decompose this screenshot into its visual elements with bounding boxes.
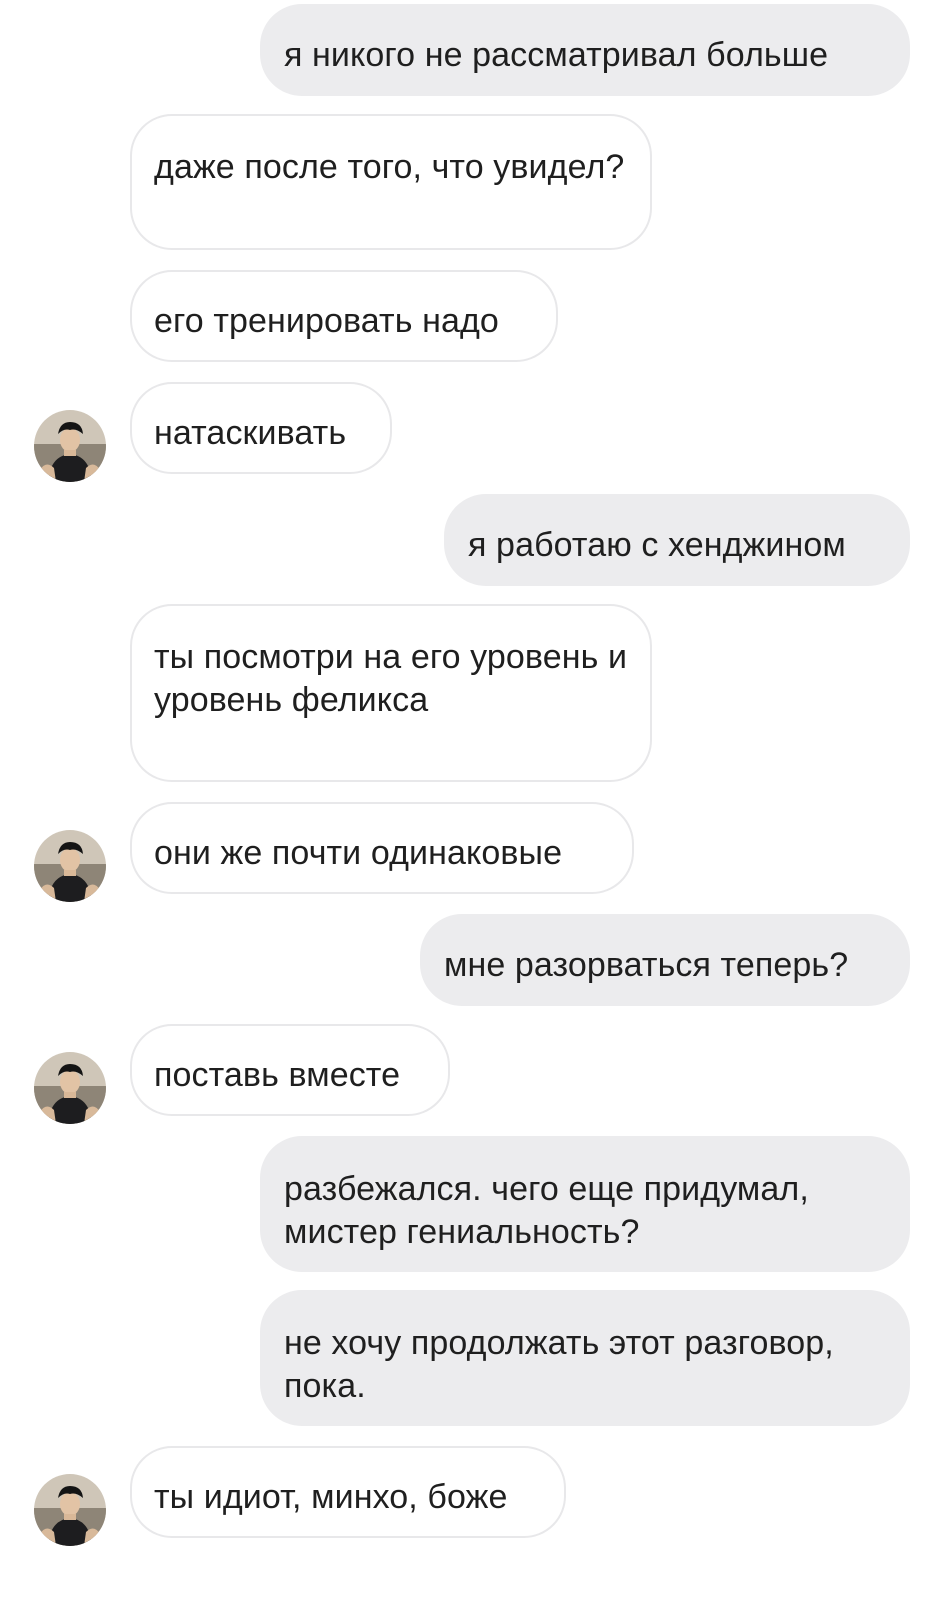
message-text: я работаю с хенджином	[468, 526, 846, 564]
person-photo-icon	[34, 410, 106, 482]
incoming-message[interactable]: поставь вместе	[130, 1024, 450, 1116]
message-text: даже после того, что увидел?	[154, 148, 625, 186]
chat-screen: { "messages": [ {"side": "out", "text": …	[0, 0, 952, 1600]
outgoing-message[interactable]: я работаю с хенджином	[444, 494, 910, 586]
message-text: поставь вместе	[154, 1056, 401, 1094]
person-photo-icon	[34, 1052, 106, 1124]
person-photo-icon	[34, 830, 106, 902]
person-photo-icon	[34, 1474, 106, 1546]
contact-avatar[interactable]	[34, 1052, 106, 1124]
message-text: ты идиот, минхо, боже	[154, 1478, 508, 1516]
incoming-message[interactable]: они же почти одинаковые	[130, 802, 634, 894]
message-text: я никого не рассматривал больше	[284, 36, 829, 74]
message-text: его тренировать надо	[154, 302, 499, 340]
incoming-message[interactable]: даже после того, что увидел?	[130, 114, 652, 250]
incoming-message[interactable]: ты посмотри на его уровень и уровень фел…	[130, 604, 652, 782]
message-text: натаскивать	[154, 414, 347, 452]
contact-avatar[interactable]	[34, 1474, 106, 1546]
message-text: разбежался. чего еще придумал, мистер ге…	[284, 1170, 809, 1251]
message-text: они же почти одинаковые	[154, 834, 563, 872]
message-text: ты посмотри на его уровень и уровень фел…	[154, 638, 628, 719]
incoming-message[interactable]: его тренировать надо	[130, 270, 558, 362]
outgoing-message[interactable]: мне разорваться теперь?	[420, 914, 910, 1006]
incoming-message[interactable]: натаскивать	[130, 382, 392, 474]
outgoing-message[interactable]: разбежался. чего еще придумал, мистер ге…	[260, 1136, 910, 1272]
incoming-message[interactable]: ты идиот, минхо, боже	[130, 1446, 566, 1538]
contact-avatar[interactable]	[34, 410, 106, 482]
contact-avatar[interactable]	[34, 830, 106, 902]
outgoing-message[interactable]: я никого не рассматривал больше	[260, 4, 910, 96]
message-text: мне разорваться теперь?	[444, 946, 849, 984]
message-text: не хочу продолжать этот разговор, пока.	[284, 1324, 834, 1405]
outgoing-message[interactable]: не хочу продолжать этот разговор, пока.	[260, 1290, 910, 1426]
